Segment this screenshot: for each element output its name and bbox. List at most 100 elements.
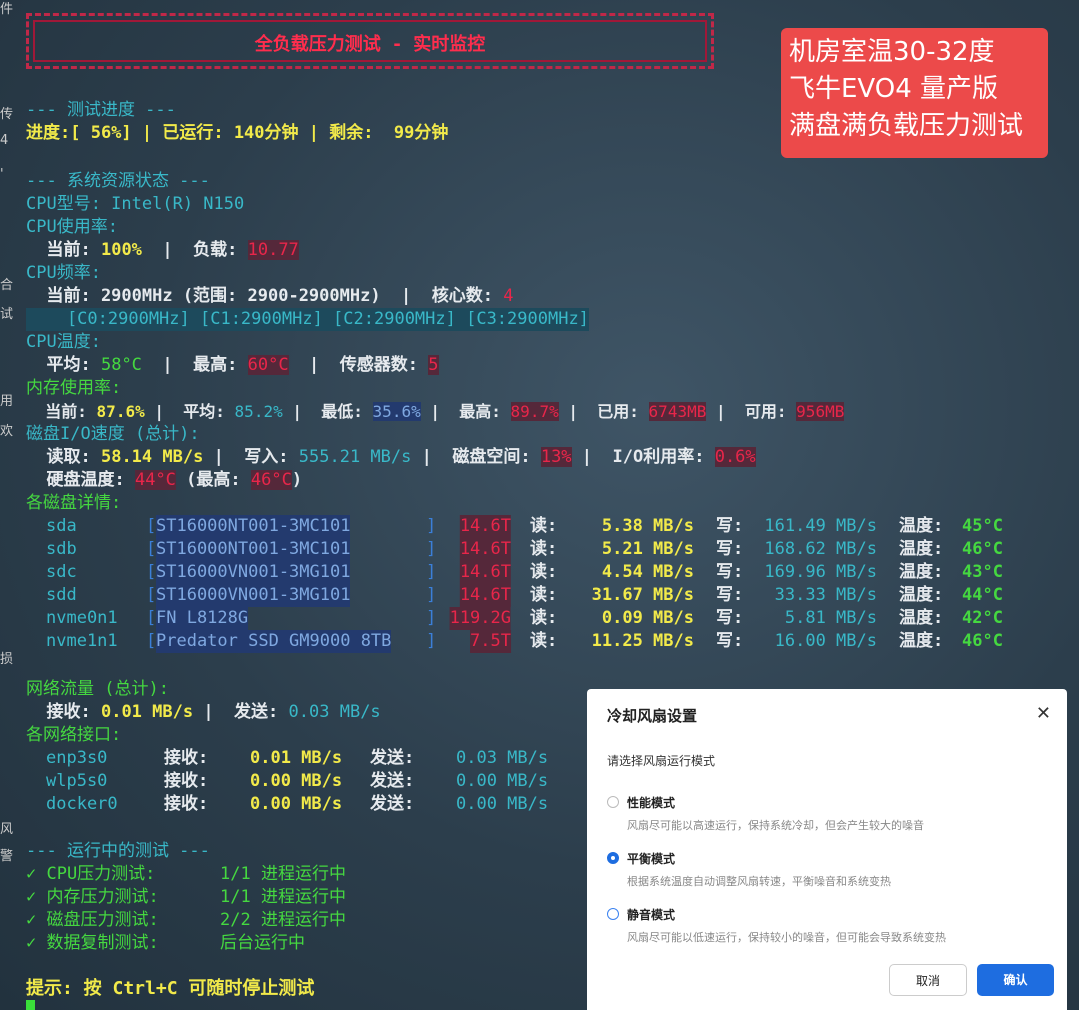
note-line: 机房室温30-32度 — [789, 37, 995, 67]
iface-rx: 0.01 MB/s — [250, 748, 343, 768]
disk-write: 5.81 MB/s — [784, 608, 877, 628]
close-icon[interactable]: ✕ — [1036, 703, 1051, 724]
cancel-button[interactable]: 取消 — [889, 964, 967, 996]
progress-line: 进度:[ 56%] | 已运行: 140分钟 | 剩余: 99分钟 — [26, 123, 449, 143]
write-label: 写: — [716, 585, 744, 605]
side-text: 风 — [0, 822, 14, 837]
disk-read: 5.38 MB/s — [601, 516, 694, 536]
dialog-prompt: 请选择风扇运行模式 — [607, 754, 716, 768]
dialog-title: 冷却风扇设置 — [607, 707, 698, 725]
disk-model: ST16000NT001-3MC101 — [156, 538, 351, 561]
iface-name: wlp5s0 — [46, 771, 108, 791]
side-text: 警 — [0, 849, 14, 864]
read-label: 读: — [530, 585, 558, 605]
disk-temp: 45°C — [962, 516, 1003, 536]
disk-name: sdd — [46, 585, 77, 605]
radio-silent[interactable] — [607, 908, 619, 920]
mem-line: 当前: 87.6% | 平均: 85.2% | 最低: 35.6% | 最高: … — [26, 402, 845, 421]
bracket-open: [ — [146, 585, 157, 605]
disk-write: 169.96 MB/s — [764, 562, 877, 582]
side-text: 欢 — [0, 424, 14, 439]
iface-tx: 0.00 MB/s — [456, 771, 549, 791]
disk-write: 161.49 MB/s — [764, 516, 877, 536]
bracket-close: ] — [426, 631, 437, 651]
temp-label: 温度: — [899, 585, 944, 605]
net-ifaces-label: 各网络接口: — [26, 725, 122, 745]
iface-name: enp3s0 — [46, 748, 108, 768]
disk-size: 119.2G — [449, 607, 511, 630]
tx-label: 发送: — [370, 794, 415, 814]
disk-write: 168.62 MB/s — [764, 539, 877, 559]
disk-temp: 46°C — [962, 631, 1003, 651]
side-text: 用 — [0, 394, 14, 409]
note-line: 满盘满负载压力测试 — [789, 111, 1024, 141]
progress-header: --- 测试进度 --- — [26, 100, 176, 120]
cpu-temp-label: CPU温度: — [26, 332, 101, 352]
test-name: ✓ 数据复制测试: — [26, 933, 159, 953]
iface-tx: 0.00 MB/s — [456, 794, 549, 814]
disk-model: ST16000VN001-3MG101 — [156, 584, 351, 607]
side-text: 件 — [0, 2, 14, 17]
write-label: 写: — [716, 608, 744, 628]
cpu-temp-line: 平均: 58°C | 最高: 60°C | 传感器数: 5 — [26, 355, 439, 375]
bracket-close: ] — [426, 585, 437, 605]
disk-size: 14.6T — [459, 584, 511, 607]
side-text: ' — [0, 167, 4, 182]
bracket-close: ] — [426, 608, 437, 628]
bracket-open: [ — [146, 516, 157, 536]
tests-header: --- 运行中的测试 --- — [26, 841, 210, 861]
bracket-open: [ — [146, 562, 157, 582]
disk-io-line: 读取: 58.14 MB/s | 写入: 555.21 MB/s | 磁盘空间:… — [26, 447, 756, 467]
read-label: 读: — [530, 539, 558, 559]
option-desc: 风扇尽可能以低速运行，保持较小的噪音，但可能会导致系统变热 — [627, 931, 946, 944]
side-text: 试 — [0, 307, 14, 322]
temp-label: 温度: — [899, 516, 944, 536]
disk-name: nvme0n1 — [46, 608, 118, 628]
bracket-open: [ — [146, 539, 157, 559]
read-label: 读: — [530, 631, 558, 651]
disk-model: FN L8128G — [156, 607, 249, 630]
iface-rx: 0.00 MB/s — [250, 794, 343, 814]
test-status: 1/1 进程运行中 — [220, 887, 346, 907]
confirm-button[interactable]: 确认 — [977, 964, 1054, 996]
tx-label: 发送: — [370, 771, 415, 791]
hint-text: 提示: 按 Ctrl+C 可随时停止测试 — [26, 978, 315, 999]
iface-name: docker0 — [46, 794, 118, 814]
disk-name: sda — [46, 516, 77, 536]
bracket-close: ] — [426, 539, 437, 559]
disk-read: 11.25 MB/s — [591, 631, 694, 651]
bracket-close: ] — [426, 516, 437, 536]
read-label: 读: — [530, 608, 558, 628]
disk-read: 31.67 MB/s — [591, 585, 694, 605]
option-label: 静音模式 — [627, 908, 676, 922]
disk-size: 14.6T — [459, 538, 511, 561]
bracket-open: [ — [146, 631, 157, 651]
test-status: 1/1 进程运行中 — [220, 864, 346, 884]
disk-read: 4.54 MB/s — [601, 562, 694, 582]
read-label: 读: — [530, 562, 558, 582]
tx-label: 发送: — [370, 748, 415, 768]
disk-size: 14.6T — [459, 515, 511, 538]
radio-performance[interactable] — [607, 796, 619, 808]
disk-size: 14.6T — [459, 561, 511, 584]
system-header: --- 系统资源状态 --- — [26, 171, 210, 191]
rx-label: 接收: — [164, 771, 209, 791]
temp-label: 温度: — [899, 539, 944, 559]
option-label: 平衡模式 — [627, 852, 676, 866]
title-banner: 全负载压力测试 - 实时监控 — [26, 13, 714, 69]
disk-name: nvme1n1 — [46, 631, 118, 651]
radio-balanced[interactable] — [607, 852, 619, 864]
test-name: ✓ 磁盘压力测试: — [26, 910, 159, 930]
temp-label: 温度: — [899, 608, 944, 628]
side-text: 合 — [0, 278, 14, 293]
note-line: 飞牛EVO4 量产版 — [789, 74, 999, 104]
rx-label: 接收: — [164, 794, 209, 814]
disk-temp: 43°C — [962, 562, 1003, 582]
disk-model: ST16000NT001-3MC101 — [156, 515, 351, 538]
disk-name: sdc — [46, 562, 77, 582]
disk-size: 7.5T — [470, 630, 511, 653]
temp-label: 温度: — [899, 562, 944, 582]
fan-settings-dialog: 冷却风扇设置 ✕ 请选择风扇运行模式 性能模式 风扇尽可能以高速运行，保持系统冷… — [587, 689, 1067, 1010]
test-status: 后台运行中 — [220, 933, 305, 953]
disk-temp: 42°C — [962, 608, 1003, 628]
